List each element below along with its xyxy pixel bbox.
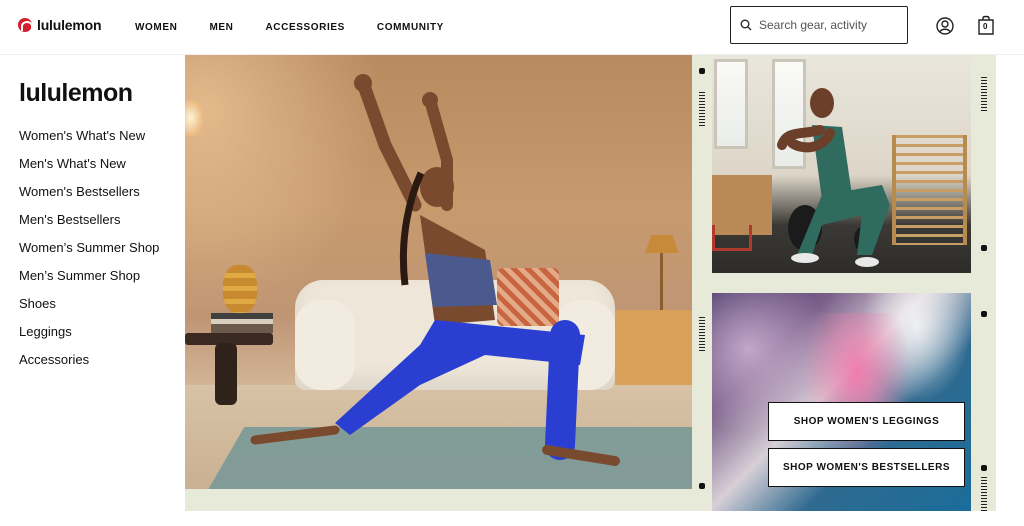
logo-text: lululemon [37, 17, 102, 33]
sidebar-item-womens-summer-shop[interactable]: Women’s Summer Shop [19, 240, 159, 268]
sidebar-links: Women's What's New Men's What's New Wome… [19, 128, 159, 380]
bag-count: 0 [983, 22, 988, 31]
strip-dot [699, 483, 705, 489]
strip-barcode [981, 477, 987, 511]
nav-women[interactable]: WOMEN [135, 22, 177, 33]
nav-community[interactable]: COMMUNITY [377, 22, 444, 33]
nav-accessories[interactable]: ACCESSORIES [265, 22, 344, 33]
search-input[interactable] [759, 18, 889, 32]
hero-banner [185, 55, 996, 511]
sidebar-item-mens-bestsellers[interactable]: Men's Bestsellers [19, 212, 159, 240]
sidebar: lululemon Women's What's New Men's What'… [0, 55, 185, 526]
sidebar-item-accessories[interactable]: Accessories [19, 352, 159, 380]
gym-squat-image[interactable] [712, 55, 971, 273]
shop-womens-bestsellers-button[interactable]: SHOP WOMEN'S BESTSELLERS [768, 448, 965, 487]
sidebar-item-womens-bestsellers[interactable]: Women's Bestsellers [19, 184, 159, 212]
strip-barcode [699, 317, 705, 351]
strip-dot [981, 311, 987, 317]
strip-dot [981, 465, 987, 471]
lululemon-logo-icon [18, 18, 33, 32]
strip-barcode [699, 92, 705, 126]
sidebar-item-womens-whats-new[interactable]: Women's What's New [19, 128, 159, 156]
hero-yoga-image[interactable] [185, 55, 692, 489]
shop-womens-leggings-button[interactable]: SHOP WOMEN'S LEGGINGS [768, 402, 965, 441]
decorative-strip [971, 55, 996, 511]
decorative-strip [692, 55, 712, 511]
yoga-figure [250, 74, 620, 466]
main-nav: WOMEN MEN ACCESSORIES COMMUNITY [135, 22, 476, 33]
account-icon[interactable] [935, 16, 955, 36]
sidebar-item-mens-whats-new[interactable]: Men's What's New [19, 156, 159, 184]
search-box[interactable] [730, 6, 908, 44]
strip-barcode [981, 77, 987, 111]
squat-figure [777, 88, 890, 267]
site-header: lululemon WOMEN MEN ACCESSORIES COMMUNIT… [0, 0, 1024, 55]
strip-dot [981, 245, 987, 251]
sidebar-brand-title: lululemon [19, 79, 133, 107]
nav-men[interactable]: MEN [209, 22, 233, 33]
strip-dot [699, 68, 705, 74]
lululemon-logo[interactable]: lululemon [18, 17, 102, 33]
search-icon [740, 19, 752, 31]
sidebar-item-mens-summer-shop[interactable]: Men’s Summer Shop [19, 268, 159, 296]
sidebar-item-leggings[interactable]: Leggings [19, 324, 159, 352]
sidebar-item-shoes[interactable]: Shoes [19, 296, 159, 324]
